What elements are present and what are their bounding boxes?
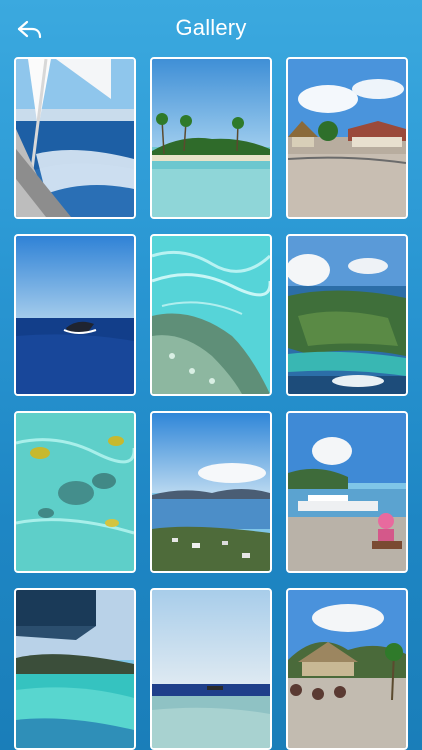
gallery-thumbnail[interactable] [150, 411, 272, 573]
photo-aerial-island-coast [288, 236, 406, 394]
gallery-thumbnail[interactable] [150, 234, 272, 396]
gallery-thumbnail[interactable] [286, 57, 408, 219]
gallery-thumbnail[interactable] [14, 234, 136, 396]
page-title: Gallery [175, 15, 247, 40]
gallery-thumbnail[interactable] [286, 588, 408, 750]
photo-tropical-fish-shallows [16, 413, 134, 571]
photo-harbor-boats-dock [288, 413, 406, 571]
photo-coastal-town-view [152, 413, 270, 571]
gallery-thumbnail[interactable] [150, 588, 272, 750]
photo-palm-island-lagoon [152, 59, 270, 217]
photo-thatched-huts-beach [288, 59, 406, 217]
gallery-thumbnail[interactable] [14, 588, 136, 750]
gallery-thumbnail[interactable] [150, 57, 272, 219]
header-bar: Gallery [0, 0, 422, 58]
photo-aerial-lagoon-mountains [16, 590, 134, 748]
gallery-thumbnail[interactable] [14, 57, 136, 219]
gallery-thumbnail[interactable] [286, 234, 408, 396]
gallery-thumbnail[interactable] [14, 411, 136, 573]
photo-turquoise-reef-water [152, 236, 270, 394]
photo-calm-sea-horizon [152, 590, 270, 748]
photo-whale-breaching [16, 236, 134, 394]
gallery-thumbnail[interactable] [286, 411, 408, 573]
photo-grid [14, 57, 408, 750]
photo-thatched-hut-hill [288, 590, 406, 748]
photo-sailboat-on-ocean [16, 59, 134, 217]
